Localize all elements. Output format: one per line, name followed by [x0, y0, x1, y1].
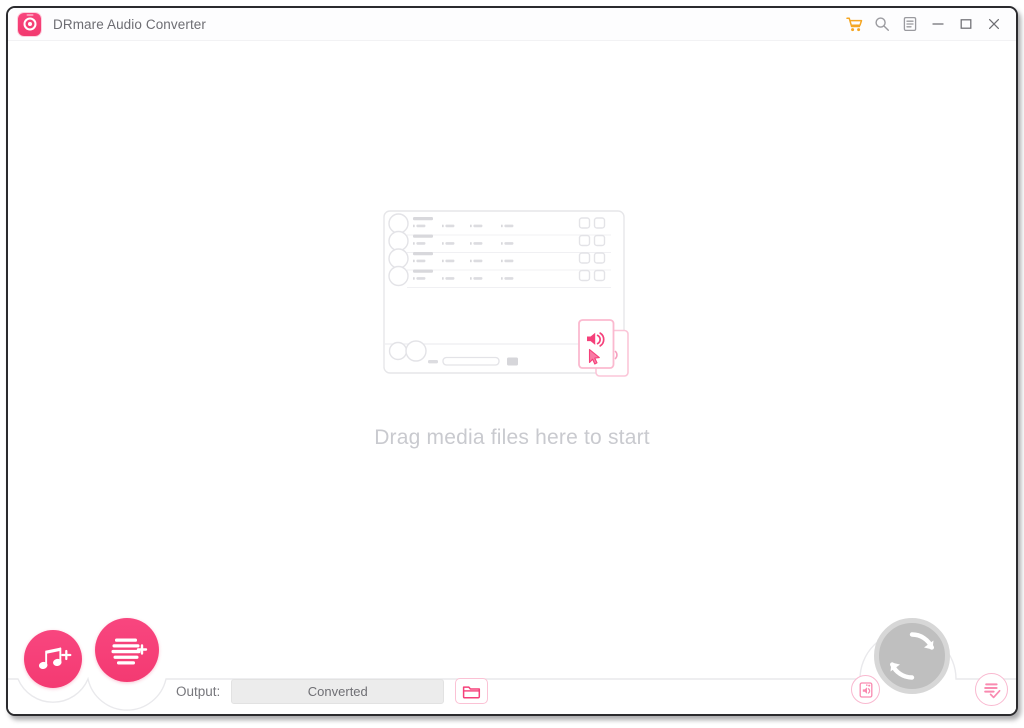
- page-title: DRmare Audio Converter: [53, 16, 207, 32]
- record-disc-icon: [18, 12, 41, 36]
- convert-button[interactable]: [874, 618, 950, 694]
- add-files-button[interactable]: [24, 630, 82, 688]
- bottom-toolbar: Output: Converted: [8, 618, 1016, 714]
- app-window: DRmare Audio Converter Drag media files …: [6, 6, 1018, 716]
- audio-file-edit-icon[interactable]: [851, 675, 880, 704]
- cart-icon[interactable]: [840, 9, 868, 39]
- menu-list-icon[interactable]: [896, 9, 924, 39]
- app-icon-notch: [26, 14, 33, 16]
- drag-media-illustration: [383, 210, 641, 382]
- add-list-button[interactable]: [95, 618, 159, 682]
- output-label: Output:: [176, 683, 221, 699]
- output-row: Output: Converted: [176, 678, 489, 704]
- minimize-icon[interactable]: [924, 9, 952, 39]
- search-icon[interactable]: [868, 9, 896, 39]
- titlebar: DRmare Audio Converter: [8, 8, 1016, 41]
- close-icon[interactable]: [980, 9, 1008, 39]
- drop-zone[interactable]: Drag media files here to start: [8, 41, 1016, 666]
- maximize-icon[interactable]: [952, 9, 980, 39]
- titlebar-actions: [840, 8, 1016, 40]
- output-path-value: Converted: [307, 683, 368, 699]
- app-icon-dot: [27, 22, 32, 26]
- list-check-icon[interactable]: [975, 673, 1008, 706]
- screenshot-root: DRmare Audio Converter Drag media files …: [0, 0, 1024, 728]
- drop-zone-message: Drag media files here to start: [374, 426, 650, 449]
- output-path-field[interactable]: Converted: [231, 678, 445, 704]
- folder-icon[interactable]: [455, 678, 489, 704]
